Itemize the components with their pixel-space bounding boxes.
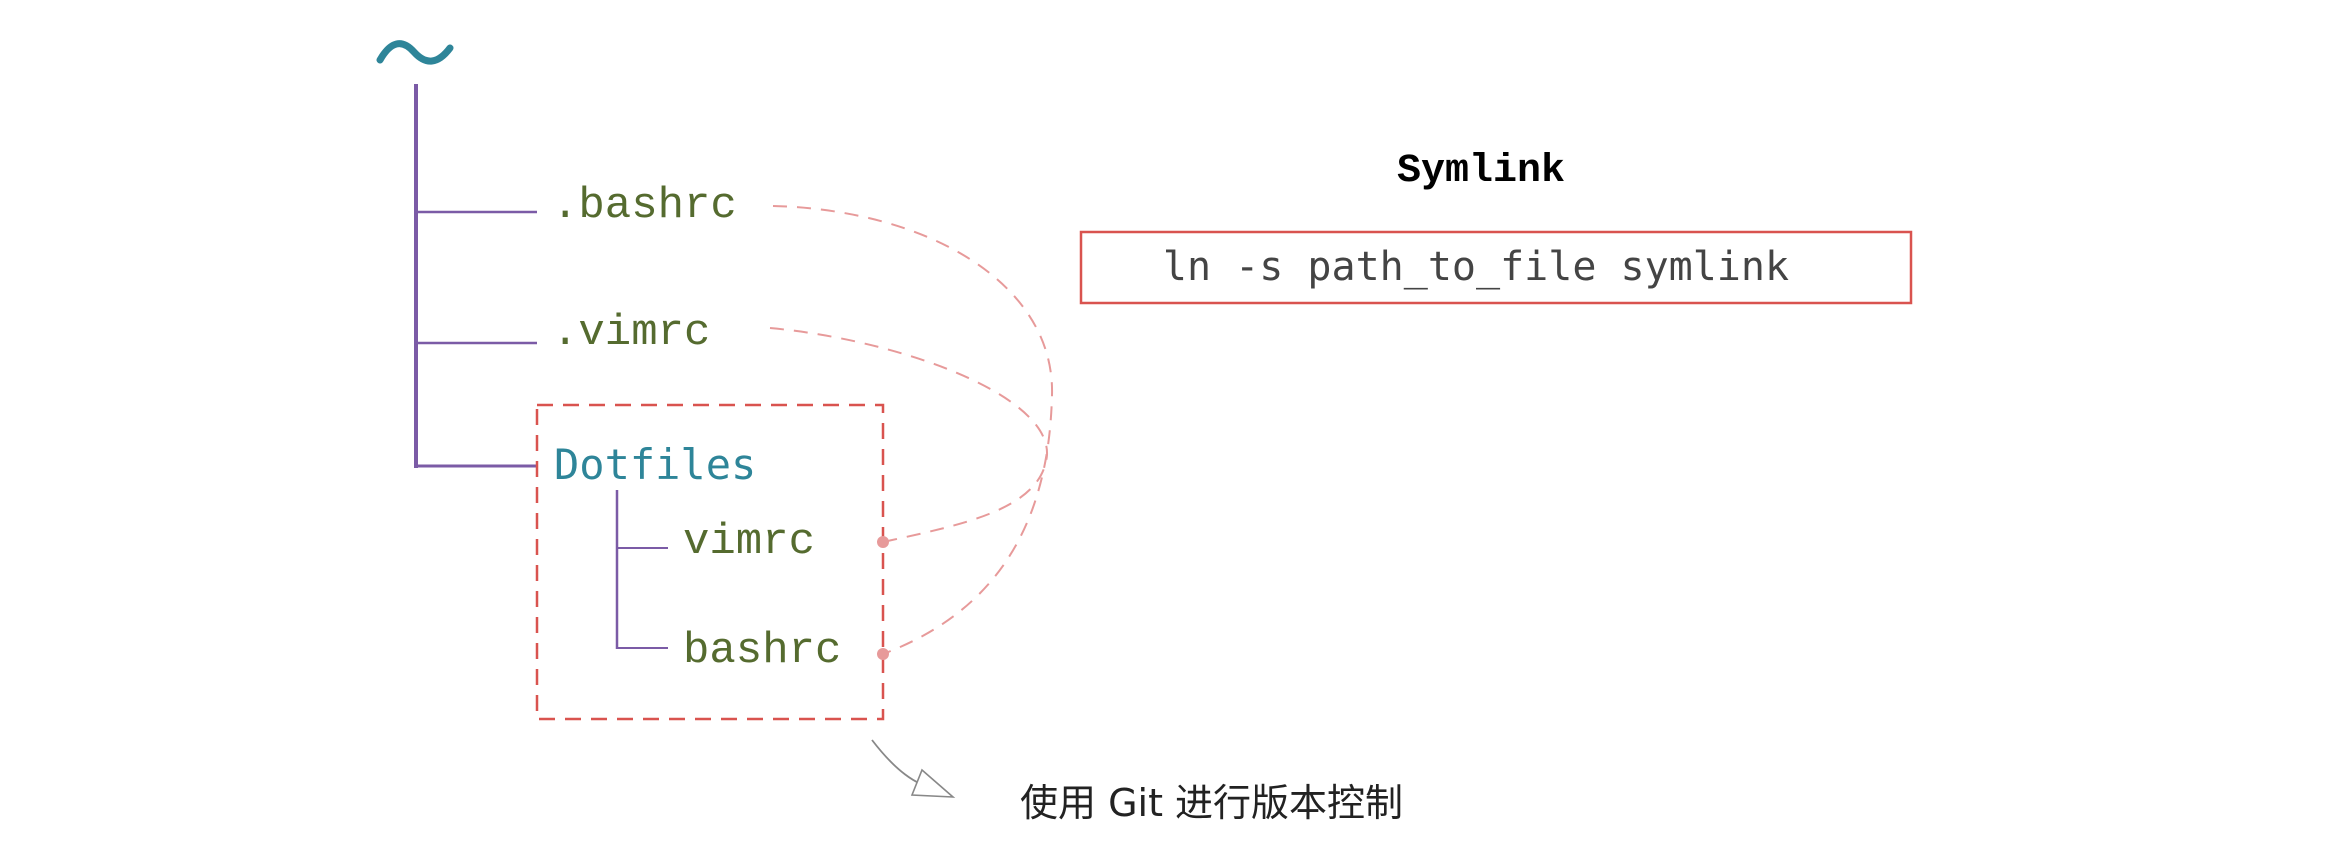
root-tilde-mark: [376, 40, 454, 65]
dotfiles-symlink-diagram: ~ .bashrc .vimrc Dotfiles vimrc bashrc S…: [376, 40, 1913, 825]
symlink-title: Symlink: [1397, 149, 1565, 194]
symlink-command: ln -s path_to_file symlink: [1163, 244, 1789, 290]
root-label: ~: [380, 69, 381, 71]
folder-dotfiles-label: Dotfiles: [554, 440, 756, 489]
note-arrow-head: [910, 768, 956, 798]
link-vimrc-endpoint: [877, 536, 889, 548]
link-bashrc-curve: [772, 205, 1054, 655]
link-vimrc-curve: [769, 327, 1049, 543]
folder-child-bashrc-label: bashrc: [683, 626, 841, 676]
item-vimrc-label: .vimrc: [552, 308, 710, 358]
folder-child-vimrc-label: vimrc: [683, 517, 815, 567]
note-text: 使用 Git 进行版本控制: [1020, 781, 1403, 825]
link-bashrc-endpoint: [877, 648, 889, 660]
item-bashrc-label: .bashrc: [552, 181, 737, 231]
